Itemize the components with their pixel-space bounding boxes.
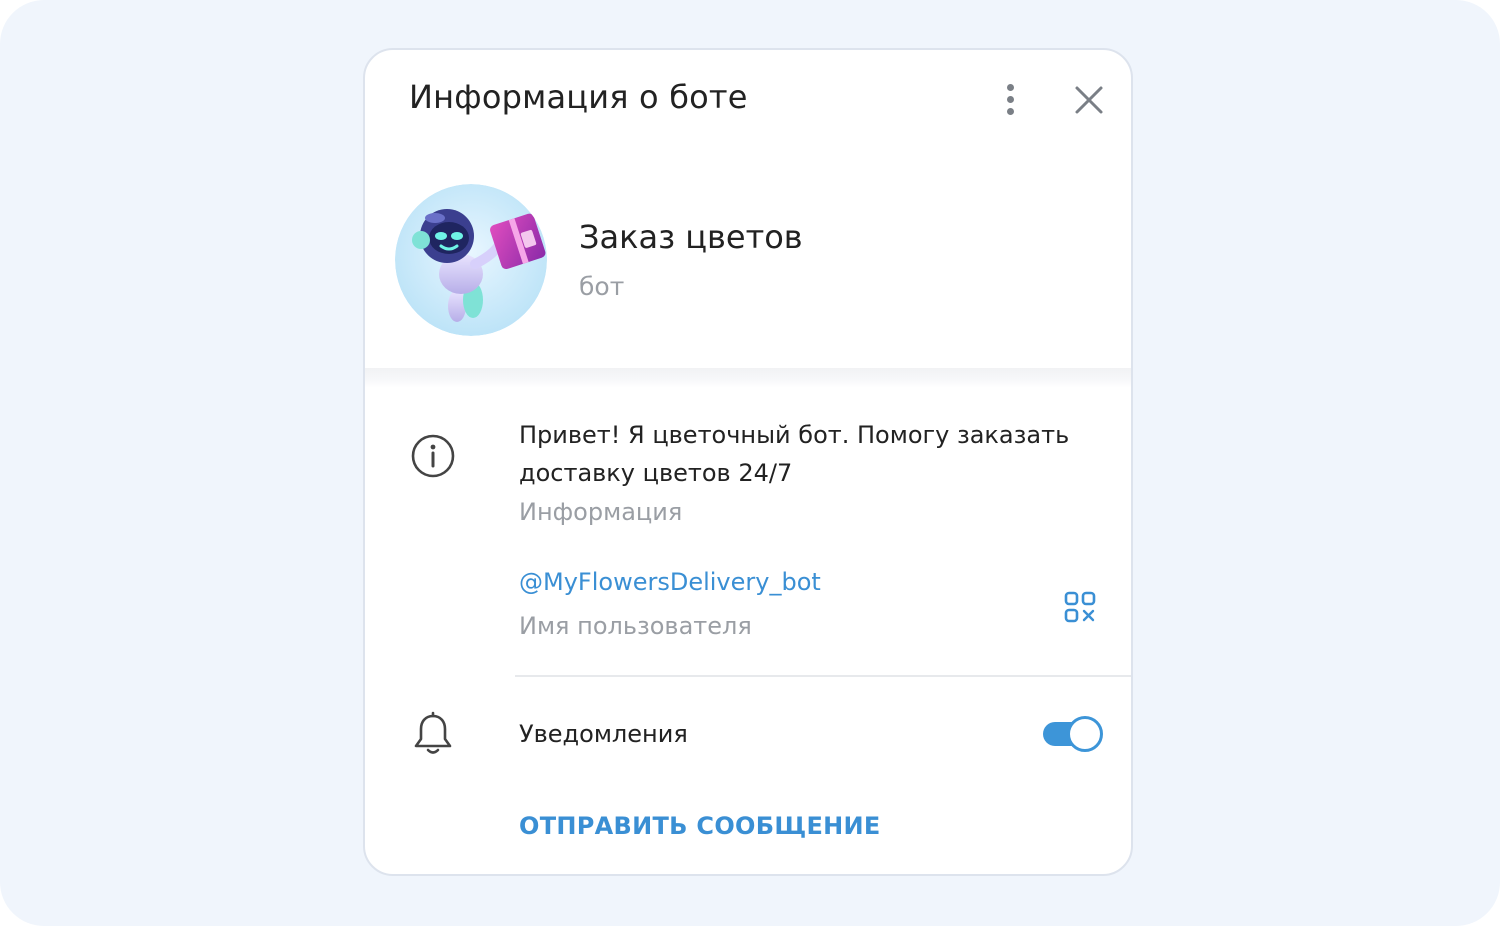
more-vertical-icon-dot xyxy=(1006,95,1014,103)
qr-code-icon xyxy=(1064,591,1096,623)
notifications-toggle[interactable] xyxy=(1043,716,1103,752)
robot-avatar-image xyxy=(395,184,547,336)
more-menu-button[interactable] xyxy=(993,80,1027,118)
bot-info-dialog: Информация о боте Заказ цветов бот Приве… xyxy=(363,48,1133,876)
send-message-button[interactable]: ОТПРАВИТЬ СООБЩЕНИЕ xyxy=(519,812,881,840)
bot-name: Заказ цветов xyxy=(579,218,803,256)
more-vertical-icon-dot xyxy=(1006,107,1014,115)
dialog-title: Информация о боте xyxy=(409,78,748,116)
username-label: Имя пользователя xyxy=(519,612,752,640)
close-icon xyxy=(1075,86,1103,114)
section-divider xyxy=(365,368,1131,388)
more-vertical-icon xyxy=(1006,83,1014,91)
toggle-knob xyxy=(1067,716,1103,752)
info-icon xyxy=(409,432,457,480)
description-label: Информация xyxy=(519,498,683,526)
row-separator xyxy=(515,675,1131,677)
bot-subtitle: бот xyxy=(579,272,625,301)
close-button[interactable] xyxy=(1069,80,1109,120)
notifications-label: Уведомления xyxy=(519,720,688,748)
qr-code-button[interactable] xyxy=(1061,588,1101,628)
bot-avatar[interactable] xyxy=(395,184,547,336)
bell-icon xyxy=(411,710,455,758)
bot-description: Привет! Я цветочный бот. Помогу заказать… xyxy=(519,421,1070,487)
bot-username[interactable]: @MyFlowersDelivery_bot xyxy=(519,568,821,596)
